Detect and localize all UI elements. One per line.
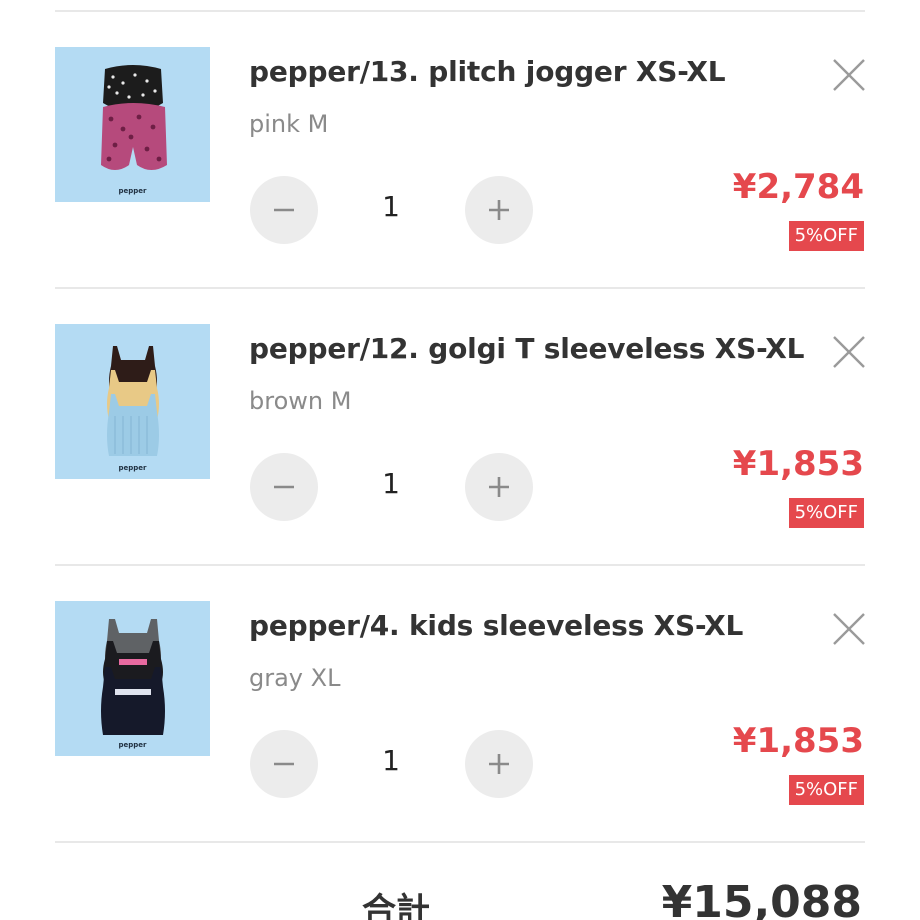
product-thumbnail[interactable]: pepper	[55, 324, 210, 479]
decrease-quantity-button[interactable]	[250, 730, 318, 798]
brand-label: pepper	[118, 464, 147, 472]
cart-item: pepper pepper/13. plitch jogger XS-XL pi…	[0, 47, 920, 323]
divider	[55, 564, 865, 566]
divider	[55, 841, 865, 843]
increase-quantity-button[interactable]	[465, 730, 533, 798]
divider	[55, 287, 865, 289]
quantity-value: 1	[382, 190, 400, 223]
product-name[interactable]: pepper/4. kids sleeveless XS-XL	[249, 609, 743, 642]
jogger-pants-image	[55, 47, 210, 202]
plus-icon	[489, 200, 509, 220]
remove-item-button[interactable]	[829, 609, 869, 649]
increase-quantity-button[interactable]	[465, 453, 533, 521]
total-label: 合計	[362, 891, 430, 920]
product-variant: gray XL	[249, 664, 341, 692]
discount-badge: 5%OFF	[788, 221, 864, 251]
sleeveless-tops-image	[55, 324, 210, 479]
quantity-value: 1	[382, 744, 400, 777]
minus-icon	[274, 485, 294, 489]
increase-quantity-button[interactable]	[465, 176, 533, 244]
minus-icon	[274, 762, 294, 766]
product-thumbnail[interactable]: pepper	[55, 601, 210, 756]
close-icon	[833, 613, 865, 645]
plus-icon	[489, 477, 509, 497]
remove-item-button[interactable]	[829, 55, 869, 95]
total-amount: ¥15,088	[661, 877, 862, 920]
discount-badge: 5%OFF	[788, 498, 864, 528]
product-thumbnail[interactable]: pepper	[55, 47, 210, 202]
discount-badge: 5%OFF	[788, 775, 864, 805]
cart-item: pepper pepper/12. golgi T sleeveless XS-…	[0, 324, 920, 600]
divider	[55, 10, 865, 12]
brand-label: pepper	[118, 187, 147, 195]
decrease-quantity-button[interactable]	[250, 176, 318, 244]
cart-item: pepper pepper/4. kids sleeveless XS-XL g…	[0, 601, 920, 877]
plus-icon	[489, 754, 509, 774]
decrease-quantity-button[interactable]	[250, 453, 318, 521]
brand-label: pepper	[118, 741, 147, 749]
cart-page: pepper pepper/13. plitch jogger XS-XL pi…	[0, 0, 920, 920]
product-variant: pink M	[249, 110, 329, 138]
minus-icon	[274, 208, 294, 212]
item-price: ¥1,853	[732, 444, 864, 484]
quantity-value: 1	[382, 467, 400, 500]
kids-tank-tops-image	[55, 601, 210, 756]
close-icon	[833, 336, 865, 368]
remove-item-button[interactable]	[829, 332, 869, 372]
close-icon	[833, 59, 865, 91]
item-price: ¥1,853	[732, 721, 864, 761]
product-name[interactable]: pepper/13. plitch jogger XS-XL	[249, 55, 726, 88]
product-variant: brown M	[249, 387, 352, 415]
product-name[interactable]: pepper/12. golgi T sleeveless XS-XL	[249, 332, 804, 365]
item-price: ¥2,784	[732, 167, 864, 207]
